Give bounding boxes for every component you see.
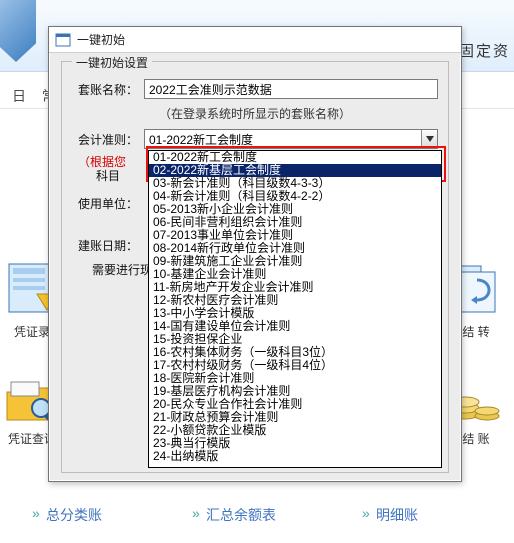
label-need-action: 需要进行现 xyxy=(72,261,152,278)
ledger-balance-link[interactable]: 汇总余额表 xyxy=(190,505,276,525)
row-account-hint: （在登录系统时所显示的套账名称） xyxy=(72,102,438,124)
rule-option[interactable]: 24-出纳模版 xyxy=(149,450,441,463)
dialog-title: 一键初始 xyxy=(77,31,125,48)
label-account-name: 套账名称： xyxy=(72,81,138,98)
footer-ledger-links: 总分类账 汇总余额表 明细账 xyxy=(0,505,514,525)
account-hint-text: （在登录系统时所显示的套账名称） xyxy=(159,105,351,122)
chevron-down-icon xyxy=(426,136,434,142)
ledger-general-link[interactable]: 总分类账 xyxy=(30,505,102,525)
row-account-name: 套账名称： xyxy=(72,78,438,100)
rule-dropdown-list[interactable]: 01-2022新工会制度02-2022新基层工会制度03-新会计准则（科目级数4… xyxy=(148,150,442,468)
rule-combobox[interactable] xyxy=(144,129,438,149)
settings-groupbox: 一键初始设置 套账名称： （在登录系统时所显示的套账名称） 会计准则： （根据您 xyxy=(61,61,449,473)
label-create-date: 建账日期： xyxy=(72,237,138,254)
dialog-body: 一键初始设置 套账名称： （在登录系统时所显示的套账名称） 会计准则： （根据您 xyxy=(53,57,457,477)
dialog-titlebar[interactable]: 一键初始 xyxy=(49,27,461,53)
fixed-asset-label: 固定资 xyxy=(459,40,510,61)
row-rule: 会计准则： xyxy=(72,128,438,150)
app-logo-icon xyxy=(0,0,36,62)
groupbox-title: 一键初始设置 xyxy=(72,54,152,71)
rule-combobox-input[interactable] xyxy=(144,129,438,149)
dialog-sysicon xyxy=(55,32,71,48)
label-rule: 会计准则： xyxy=(72,131,138,148)
label-subject: 科目 xyxy=(72,167,138,184)
ledger-detail-link[interactable]: 明细账 xyxy=(360,505,418,525)
input-account-name[interactable] xyxy=(144,79,438,99)
rule-combobox-button[interactable] xyxy=(421,130,437,148)
label-use-unit: 使用单位： xyxy=(72,195,138,212)
one-key-init-dialog: 一键初始 一键初始设置 套账名称： （在登录系统时所显示的套账名称） 会计准则： xyxy=(48,26,462,482)
